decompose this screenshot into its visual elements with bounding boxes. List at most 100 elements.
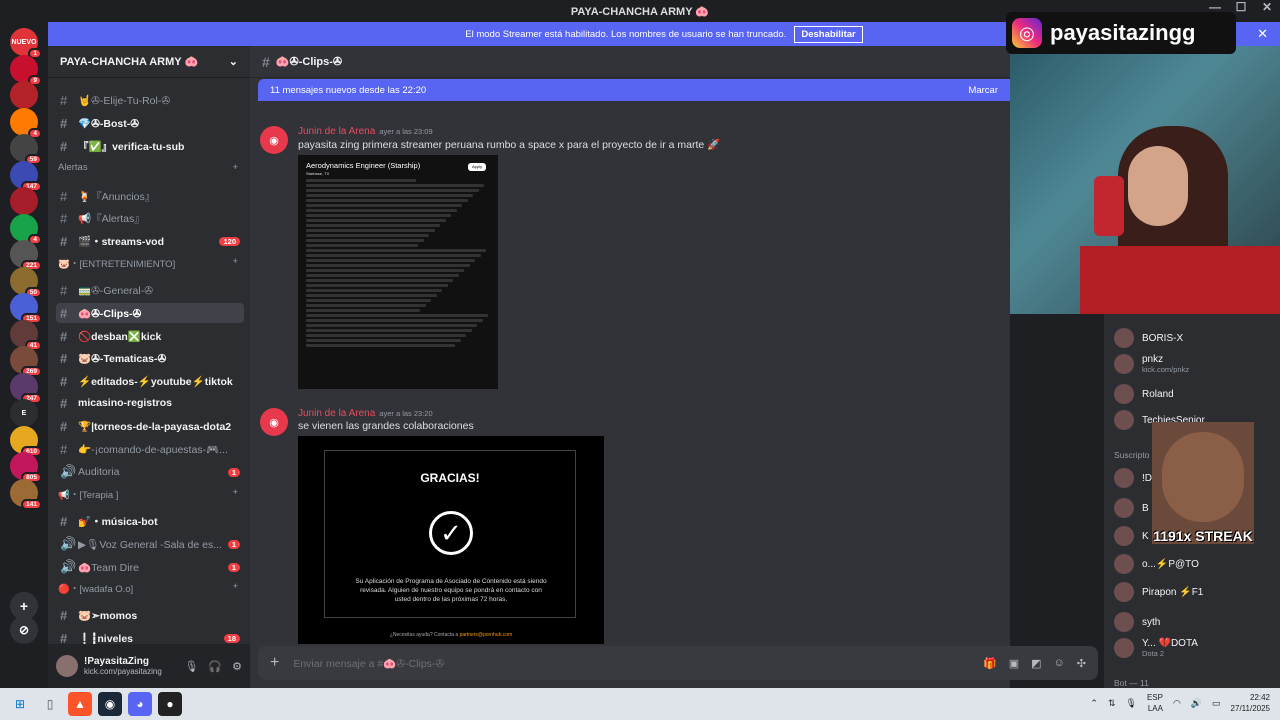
channel-item[interactable]: # 🐷✇-Tematicas-✇ [56,348,244,368]
server-icon[interactable]: 9 [10,54,42,86]
mic-tray-icon[interactable]: 🎙 [1126,698,1137,709]
server-icon[interactable]: 59 [10,134,42,165]
sticker-icon[interactable]: ◩ [1031,657,1041,670]
channel-item[interactable]: # 👉-¡comando-de-apuestas-🎮... [56,439,244,459]
text-line [306,269,465,272]
close-icon[interactable]: ✕ [1254,0,1280,14]
gracias-title: GRACIAS! [420,471,480,485]
new-messages-bar[interactable]: 11 mensajes nuevos desde las 22:20 Marca… [258,79,1010,101]
channel-item[interactable]: # 🎬・streams-vod 120 [56,231,244,251]
member-item[interactable]: Y... 💔DOTA Dota 2 [1114,638,1198,658]
server-icon[interactable]: 805 [10,452,42,483]
add-channel-icon[interactable]: + [232,256,238,270]
category-header[interactable]: Alertas + [58,162,238,173]
message-composer[interactable]: + Enviar mensaje a #🐽✇-Clips-✇ 🎁 ▣ ◩ ☺ ✣ [258,646,1098,680]
member-item[interactable]: Pirapon ⚡F1 [1114,582,1203,602]
member-item[interactable]: K [1114,526,1149,546]
server-icon[interactable]: 4 [10,213,42,245]
channel-item[interactable]: # 💎✇-Bost-✇ [56,113,244,133]
instagram-handle: payasitazingg [1050,20,1196,45]
chevron-up-icon[interactable]: ⌃ [1090,698,1098,709]
channel-item[interactable]: # 🚫desban❎kick [56,326,244,346]
headphones-icon[interactable]: 🎧 [208,660,222,673]
category-header[interactable]: 🔴・[wadafa O.o] + [58,581,238,595]
mark-read-link[interactable]: Marcar [968,85,998,96]
gear-icon[interactable]: ⚙ [232,660,242,673]
discord-avatar-icon[interactable]: ◉ [260,408,288,436]
server-icon[interactable]: 269 [10,346,42,377]
guild-header[interactable]: PAYA-CHANCHA ARMY 🐽 ⌄ [48,46,250,78]
server-icon[interactable]: 4 [10,107,42,139]
text-line [306,234,430,237]
wifi-icon[interactable]: ◠ [1173,698,1181,709]
member-item[interactable]: pnkz kick.com/pnkz [1114,354,1189,374]
channel-item[interactable]: 🔊 Auditoria 1 [56,462,244,482]
server-icon[interactable] [10,187,38,215]
server-icon[interactable]: 221 [10,240,42,271]
close-banner-icon[interactable]: ✕ [1257,26,1268,42]
member-item[interactable]: B [1114,498,1149,518]
clock[interactable]: 22:42 27/11/2025 [1231,692,1270,714]
add-attachment-icon[interactable]: + [270,654,279,672]
job-posting-image[interactable]: Aerodynamics Engineer (Starship) Starbas… [298,155,498,389]
server-icon[interactable]: E [10,399,38,427]
discord-icon[interactable]: ◕ [128,692,152,716]
gift-icon[interactable]: 🎁 [983,657,997,670]
file-icon[interactable]: ▯ [38,692,62,716]
message-input[interactable]: Enviar mensaje a #🐽✇-Clips-✇ [293,657,444,670]
channel-item[interactable]: # 🚃✇-General-✇ [56,280,244,300]
add-channel-icon[interactable]: + [232,487,238,501]
member-item[interactable]: Roland [1114,384,1174,404]
battery-icon[interactable]: ▭ [1212,698,1221,709]
channel-item[interactable]: # 🤘✇-Elije-Tu-Rol-✇ [56,90,244,110]
server-icon[interactable]: NUEVO 1 [10,28,42,59]
member-item[interactable]: syth [1114,612,1160,632]
explore-icon[interactable]: ⊘ [10,616,38,644]
server-icon[interactable]: 610 [10,425,42,457]
mic-icon[interactable]: 🎙 [184,660,198,673]
gracias-image[interactable]: GRACIAS! ✓ Su Aplicación de Programa de … [298,436,604,644]
channel-item[interactable]: 🔊 ▶︎🎙Voz General -Sala de es... 1 [56,534,244,554]
apps-icon[interactable]: ✣ [1077,657,1086,670]
disable-button[interactable]: Deshabilitar [794,25,863,43]
server-icon[interactable]: 151 [10,293,42,324]
server-icon[interactable]: 147 [10,160,42,192]
category-header[interactable]: 📢・[Terapia ] + [58,487,238,501]
avatar[interactable] [56,655,78,677]
category-header[interactable]: 🐷・[ENTRETENIMIENTO] + [58,256,238,270]
windows-start-icon[interactable]: ⊞ [8,692,32,716]
channel-item[interactable]: # micasino-registros [56,393,244,413]
server-icon[interactable] [10,81,38,109]
message-author[interactable]: Junin de la Arena [298,408,375,419]
member-item[interactable]: o...⚡P@TO [1114,554,1199,574]
member-item[interactable]: !D [1114,468,1152,488]
server-icon[interactable]: 50 [10,266,42,298]
channel-item[interactable]: # ⚡editados-⚡youtube⚡tiktok [56,371,244,391]
add-channel-icon[interactable]: + [232,162,238,173]
channel-item[interactable]: # 💅・música-bot [56,511,244,531]
server-icon[interactable]: 141 [10,478,42,510]
channel-item[interactable]: # 🐷➣momos [56,605,244,625]
add-channel-icon[interactable]: + [232,581,238,595]
user-name: !PayasitaZing [84,656,150,667]
message-author[interactable]: Junin de la Arena [298,126,375,137]
gif-icon[interactable]: ▣ [1009,657,1019,670]
volume-icon[interactable]: 🔊 [1191,698,1202,709]
server-icon[interactable]: 247 [10,372,42,404]
channel-item[interactable]: # 🐽✇-Clips-✇ [56,303,244,323]
channel-item[interactable]: # 🍹『Anuncios』 [56,186,244,206]
server-icon[interactable]: 41 [10,319,42,351]
discord-avatar-icon[interactable]: ◉ [260,126,288,154]
brave-icon[interactable]: ▲ [68,692,92,716]
layout[interactable]: LAA [1147,703,1163,714]
channel-item[interactable]: # 『✅』verifica-tu-sub [56,136,244,156]
channel-item[interactable]: # 📢『Alertas』 [56,208,244,228]
lang[interactable]: ESP [1147,692,1163,703]
emoji-icon[interactable]: ☺ [1054,657,1065,670]
member-item[interactable]: BORIS-X [1114,328,1183,348]
channel-item[interactable]: # 🏆|torneos-de-la-payasa-dota2 [56,416,244,436]
channel-item[interactable]: 🔊 🐽Team Dire 1 [56,557,244,577]
obs-icon[interactable]: ● [158,692,182,716]
network-icon[interactable]: ⇅ [1108,698,1116,709]
steam-icon[interactable]: ◉ [98,692,122,716]
